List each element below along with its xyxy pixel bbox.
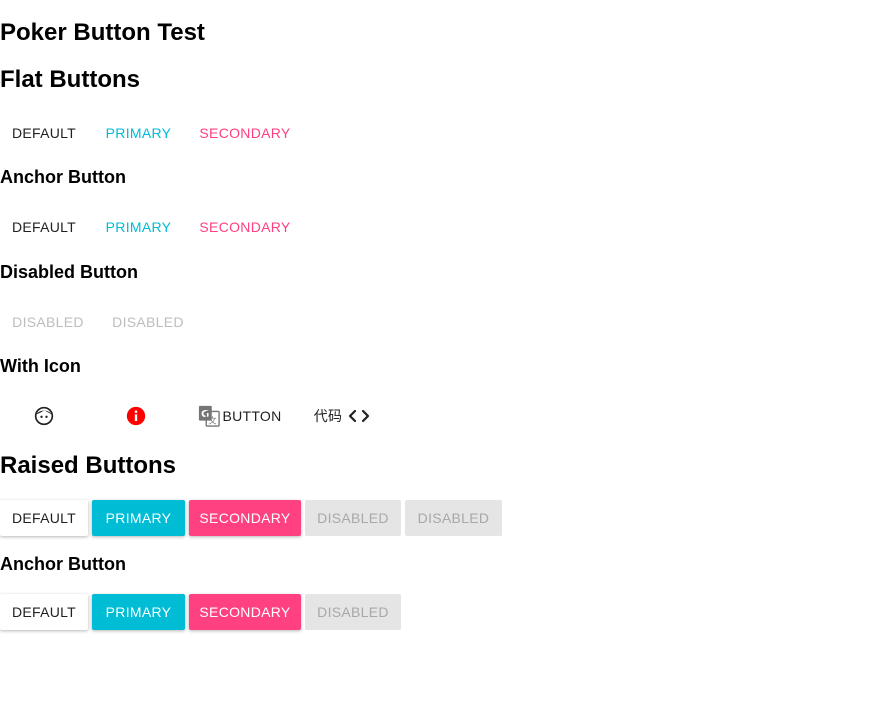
anchor-default-link[interactable]: DEFAULT bbox=[0, 209, 88, 245]
raised-anchor-primary-link[interactable]: PRIMARY bbox=[92, 594, 185, 630]
flat-disabled-button: DISABLED bbox=[12, 314, 84, 330]
flat-secondary-button[interactable]: SECONDARY bbox=[189, 115, 301, 151]
info-icon bbox=[126, 406, 146, 426]
raised-anchor-disabled-link: DISABLED bbox=[305, 594, 401, 630]
face-icon-button[interactable] bbox=[0, 398, 88, 434]
raised-primary-button[interactable]: PRIMARY bbox=[92, 500, 185, 536]
anchor-secondary-link[interactable]: SECONDARY bbox=[189, 209, 301, 245]
raised-anchor-heading: Anchor Button bbox=[0, 554, 126, 574]
flat-primary-button[interactable]: PRIMARY bbox=[92, 115, 185, 151]
code-button[interactable]: 代码 bbox=[300, 398, 384, 434]
translate-button[interactable]: G 文 BUTTON bbox=[190, 398, 290, 434]
code-icon bbox=[348, 408, 370, 424]
raised-secondary-button[interactable]: SECONDARY bbox=[189, 500, 301, 536]
face-icon bbox=[34, 406, 54, 426]
page-title: Poker Button Test bbox=[0, 19, 205, 46]
translate-icon: G 文 bbox=[198, 405, 221, 427]
raised-anchor-default-link[interactable]: DEFAULT bbox=[0, 594, 88, 630]
raised-disabled-button: DISABLED bbox=[305, 500, 401, 536]
flat-default-button[interactable]: DEFAULT bbox=[0, 115, 88, 151]
svg-text:文: 文 bbox=[209, 415, 218, 425]
raised-default-button[interactable]: DEFAULT bbox=[0, 500, 88, 536]
code-button-label: 代码 bbox=[313, 408, 343, 424]
info-icon-button[interactable] bbox=[92, 398, 180, 434]
raised-disabled-button-2: DISABLED bbox=[405, 500, 502, 536]
raised-anchor-secondary-link[interactable]: SECONDARY bbox=[189, 594, 301, 630]
raised-buttons-heading: Raised Buttons bbox=[0, 452, 177, 479]
flat-buttons-heading: Flat Buttons bbox=[0, 66, 140, 93]
flat-anchor-heading: Anchor Button bbox=[0, 167, 126, 187]
flat-disabled-anchor: DISABLED bbox=[112, 314, 184, 330]
translate-button-label: BUTTON bbox=[222, 408, 282, 424]
anchor-primary-link[interactable]: PRIMARY bbox=[92, 209, 185, 245]
disabled-heading: Disabled Button bbox=[0, 262, 138, 282]
with-icon-heading: With Icon bbox=[0, 356, 81, 376]
